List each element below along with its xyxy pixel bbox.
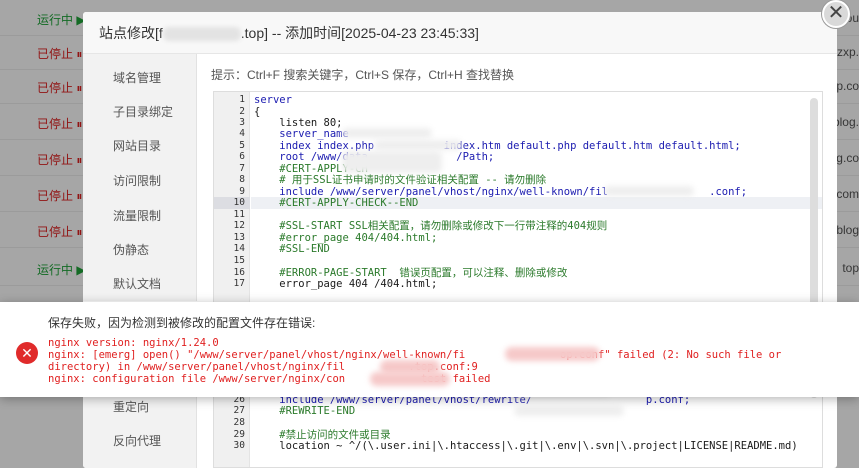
sidebar-item[interactable]: 子目录绑定 xyxy=(83,95,197,129)
dialog-title: 站点修改[f .top] -- 添加时间[2025-04-23 23:45:33] xyxy=(99,23,479,43)
line-number: 17 xyxy=(233,278,245,289)
redaction-mask xyxy=(505,347,600,361)
sidebar-item[interactable]: 访问限制 xyxy=(83,164,197,198)
line-number: 10 xyxy=(233,197,245,208)
sidebar-item[interactable]: 流量限制 xyxy=(83,199,197,233)
code-line[interactable]: #SSL-END xyxy=(254,243,330,255)
error-toast: 保存失败，因为检测到被修改的配置文件存在错误: ✕ nginx version:… xyxy=(0,302,859,397)
code-line[interactable]: #CERT-APPLY-CHECK--END xyxy=(254,197,418,209)
sidebar-item[interactable]: 网站目录 xyxy=(83,129,197,163)
line-number: 6 xyxy=(239,151,245,162)
redacted-domain xyxy=(162,27,241,42)
code-line[interactable]: server_name xyxy=(254,128,349,140)
line-number: 30 xyxy=(233,440,245,451)
redaction-mask xyxy=(514,406,624,416)
error-line: nginx version: nginx/1.24.0 xyxy=(48,337,219,349)
line-number: 1 xyxy=(239,94,245,105)
editor-tip: 提示：Ctrl+F 搜索关键字，Ctrl+S 保存，Ctrl+H 查找替换 xyxy=(211,68,515,82)
line-number: 4 xyxy=(239,128,245,139)
config-code-editor[interactable]: 1234567891011121314151617252627282930 se… xyxy=(213,91,823,468)
line-number: 27 xyxy=(233,405,245,416)
line-number: 28 xyxy=(233,417,245,428)
line-number-gutter: 1234567891011121314151617252627282930 xyxy=(214,92,250,467)
dialog-header: 站点修改[f .top] -- 添加时间[2025-04-23 23:45:33] xyxy=(83,12,837,54)
line-number: 15 xyxy=(233,255,245,266)
code-line[interactable]: #SSL-START SSL相关配置，请勿删除或修改下一行带注释的404规则 xyxy=(254,220,607,232)
code-line[interactable]: location ~ ^/(\.user.ini|\.htaccess|\.gi… xyxy=(254,440,797,452)
settings-sidebar: 域名管理子目录绑定网站目录访问限制流量限制伪静态默认文档配置文件重定向反向代理 xyxy=(83,54,197,468)
redaction-mask xyxy=(342,128,432,138)
redaction-mask xyxy=(374,140,462,150)
code-line[interactable]: server xyxy=(254,94,292,106)
dialog-title-suffix: .top] -- 添加时间[2025-04-23 23:45:33] xyxy=(240,25,479,41)
site-edit-dialog: 站点修改[f .top] -- 添加时间[2025-04-23 23:45:33]… xyxy=(83,12,837,468)
error-icon: ✕ xyxy=(16,342,38,364)
redaction-mask xyxy=(342,151,442,173)
line-number: 14 xyxy=(233,243,245,254)
close-icon[interactable]: ✕ xyxy=(822,0,850,28)
line-number: 12 xyxy=(233,220,245,231)
sidebar-item[interactable]: 伪静态 xyxy=(83,233,197,267)
code-line[interactable]: error_page 404 /404.html; xyxy=(254,278,437,290)
toast-heading: 保存失败，因为检测到被修改的配置文件存在错误: xyxy=(48,316,316,330)
code-line[interactable]: # 用于SSL证书申请时的文件验证相关配置 -- 请勿删除 xyxy=(254,174,546,186)
redaction-mask xyxy=(604,186,694,196)
sidebar-item[interactable]: 默认文档 xyxy=(83,267,197,301)
redaction-mask xyxy=(370,372,450,386)
dialog-title-prefix: 站点修改[f xyxy=(99,25,163,41)
code-line[interactable]: #REWRITE-END xyxy=(254,405,355,417)
sidebar-item[interactable]: 反向代理 xyxy=(83,424,197,458)
line-number: 8 xyxy=(239,174,245,185)
sidebar-item[interactable]: 域名管理 xyxy=(83,61,197,95)
